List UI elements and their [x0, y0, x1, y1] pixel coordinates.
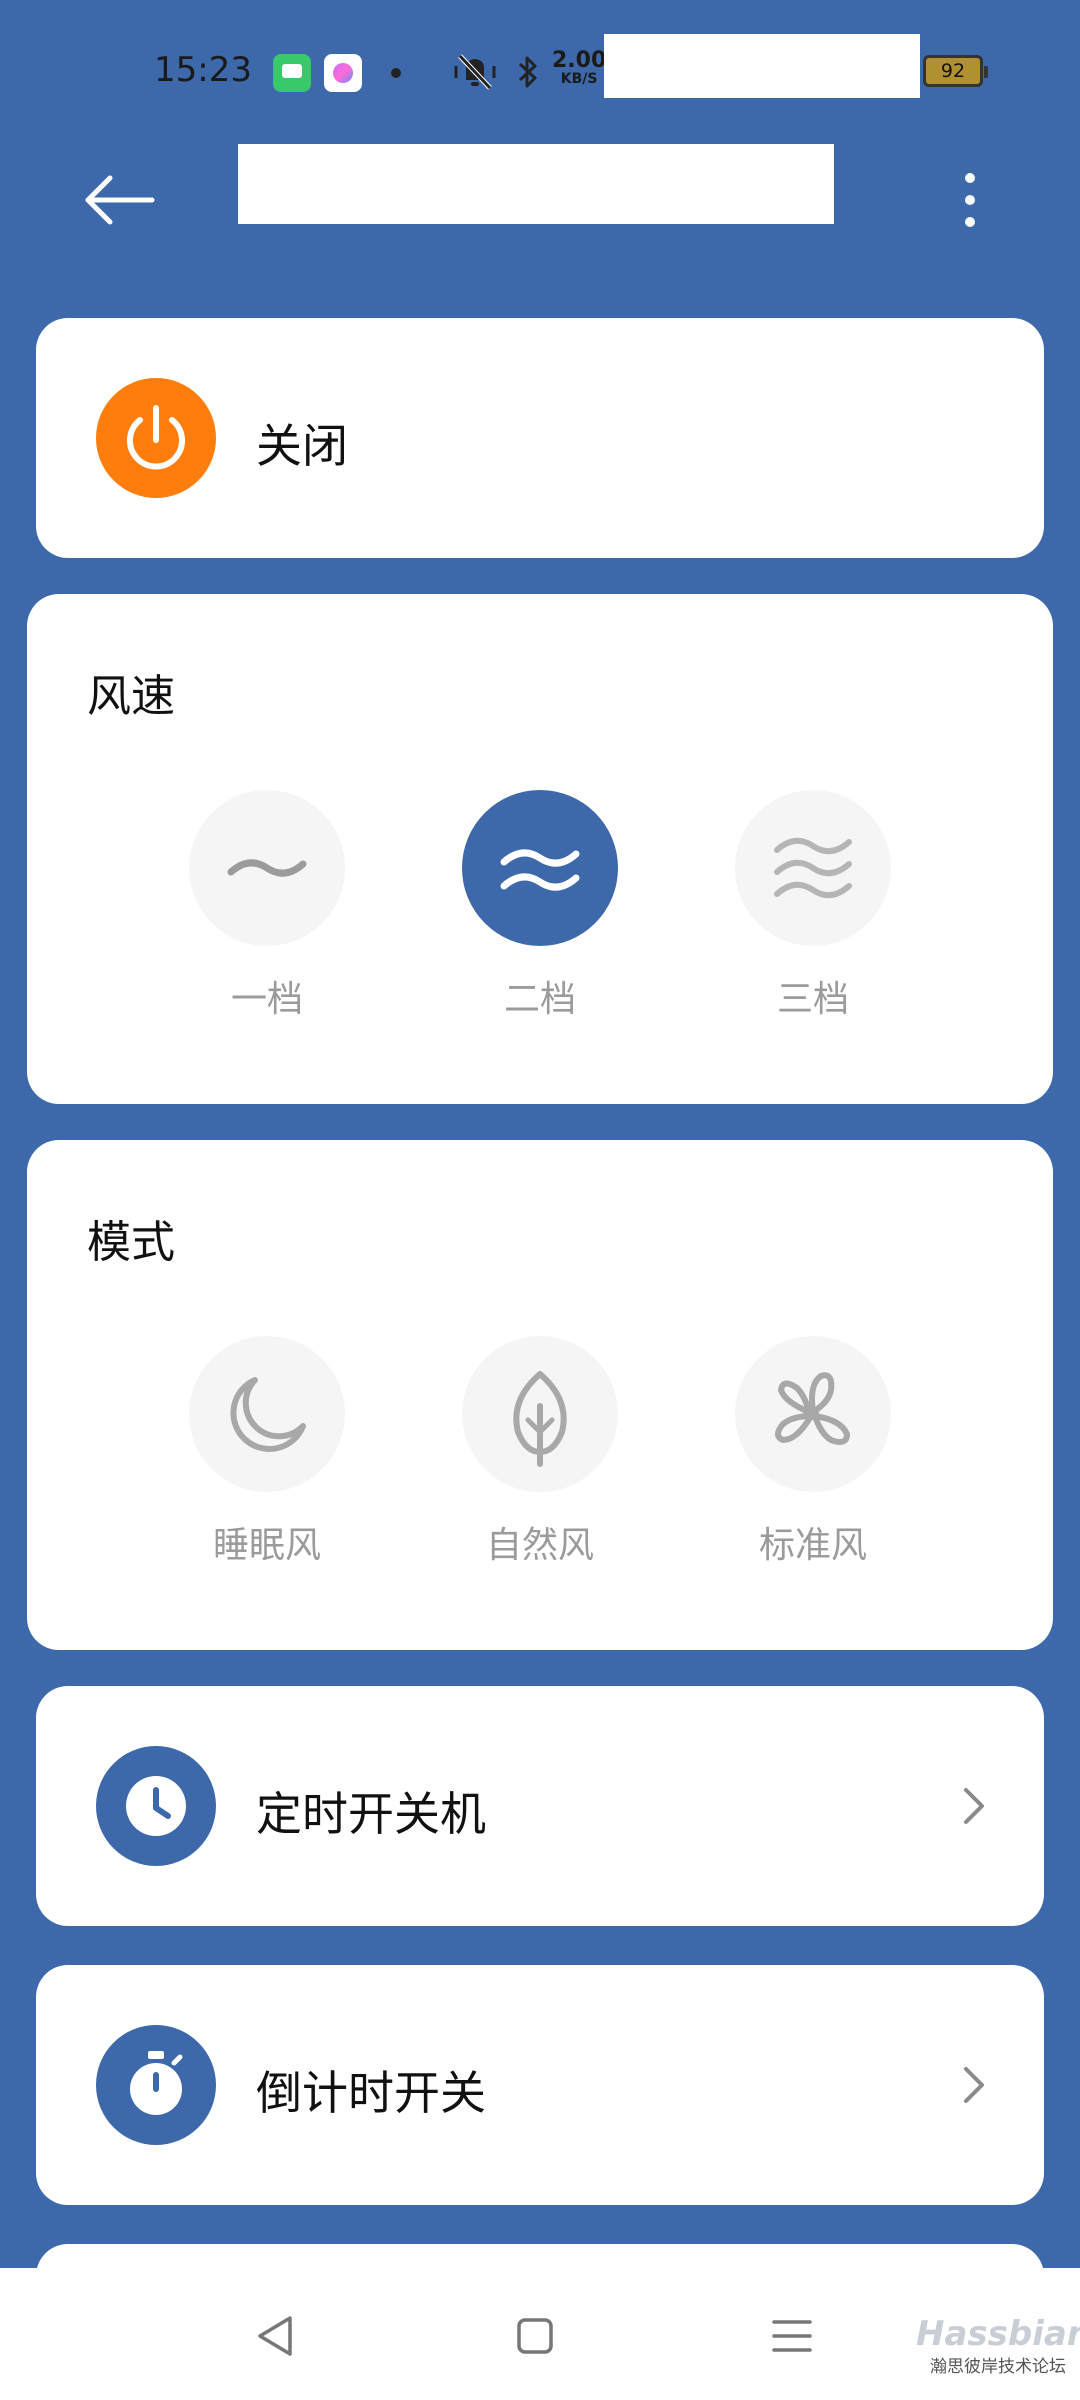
- mode-card: 模式 睡眠风 自然风 标准风: [27, 1140, 1053, 1650]
- status-bar: 15:23 2.00 KB/S 92: [0, 0, 1080, 140]
- arrow-left-icon[interactable]: [80, 170, 160, 230]
- speed-option-2-button[interactable]: [462, 790, 618, 946]
- speed-option-2-label: 二档: [503, 979, 576, 1020]
- leaf-icon: [513, 1371, 567, 1467]
- schedule-icon-badge: [96, 1746, 216, 1866]
- watermark: Hassbian 瀚思彼岸技术论坛: [916, 2314, 1080, 2377]
- fan-speed-card: 风速 一档 二档 三档: [27, 594, 1053, 1104]
- mode-option-sleep-label: 睡眠风: [212, 1525, 321, 1566]
- speed-option-2[interactable]: 二档: [460, 790, 620, 1022]
- speed-option-1[interactable]: 一档: [187, 790, 347, 1022]
- stopwatch-icon: [130, 2051, 183, 2115]
- network-speed: 2.00 KB/S: [552, 48, 607, 87]
- mode-option-standard[interactable]: 标准风: [733, 1336, 893, 1568]
- wave-3-icon: [774, 837, 852, 899]
- fan-speed-title: 风速: [87, 671, 175, 722]
- moon-icon: [230, 1377, 306, 1452]
- network-speed-value: 2.00: [552, 48, 607, 73]
- vibrate-mute-icon: [454, 54, 496, 90]
- watermark-subtitle: 瀚思彼岸技术论坛: [930, 2357, 1066, 2377]
- countdown-card[interactable]: 倒计时开关: [36, 1965, 1044, 2205]
- redacted-title-area: [238, 144, 834, 224]
- app-header: [0, 140, 1080, 260]
- mode-option-standard-button[interactable]: [735, 1336, 891, 1492]
- mode-option-sleep[interactable]: 睡眠风: [187, 1336, 347, 1568]
- battery-level: 92: [940, 60, 966, 82]
- speed-option-1-button[interactable]: [189, 790, 345, 946]
- mode-option-standard-label: 标准风: [758, 1525, 867, 1566]
- status-time: 15:23: [154, 50, 252, 90]
- schedule-label: 定时开关机: [256, 1787, 486, 1841]
- nav-home-icon[interactable]: [505, 2306, 565, 2366]
- schedule-card[interactable]: 定时开关机: [36, 1686, 1044, 1926]
- speed-option-1-label: 一档: [230, 979, 303, 1020]
- wave-1-icon: [227, 859, 307, 877]
- power-icon: [127, 405, 185, 470]
- messages-app-icon: [273, 54, 311, 92]
- camera-app-icon: [324, 54, 362, 92]
- speed-option-3-label: 三档: [776, 979, 849, 1020]
- mode-option-natural-label: 自然风: [485, 1525, 594, 1566]
- fan-icon: [775, 1372, 850, 1445]
- mode-option-natural-button[interactable]: [462, 1336, 618, 1492]
- chevron-right-icon: [964, 2067, 984, 2103]
- power-label: 关闭: [256, 419, 348, 473]
- mode-option-sleep-button[interactable]: [189, 1336, 345, 1492]
- battery-icon: 92: [923, 55, 988, 87]
- bluetooth-icon: [518, 56, 537, 88]
- network-speed-unit: KB/S: [560, 71, 598, 87]
- clock-icon: [126, 1776, 186, 1836]
- watermark-brand: Hassbian: [916, 2314, 1080, 2354]
- wave-2-icon: [500, 849, 580, 891]
- mode-option-natural[interactable]: 自然风: [460, 1336, 620, 1568]
- redacted-status-area: [604, 34, 920, 98]
- countdown-icon-badge: [96, 2025, 216, 2145]
- power-button[interactable]: [96, 378, 216, 498]
- notification-dot-icon: [391, 68, 401, 78]
- speed-option-3[interactable]: 三档: [733, 790, 893, 1022]
- nav-menu-icon[interactable]: [762, 2306, 822, 2366]
- countdown-label: 倒计时开关: [256, 2066, 486, 2120]
- power-card[interactable]: 关闭: [36, 318, 1044, 558]
- nav-back-icon[interactable]: [246, 2306, 306, 2366]
- chevron-right-icon: [964, 1788, 984, 1824]
- mode-title: 模式: [87, 1217, 175, 1268]
- more-vertical-icon[interactable]: [945, 168, 995, 232]
- speed-option-3-button[interactable]: [735, 790, 891, 946]
